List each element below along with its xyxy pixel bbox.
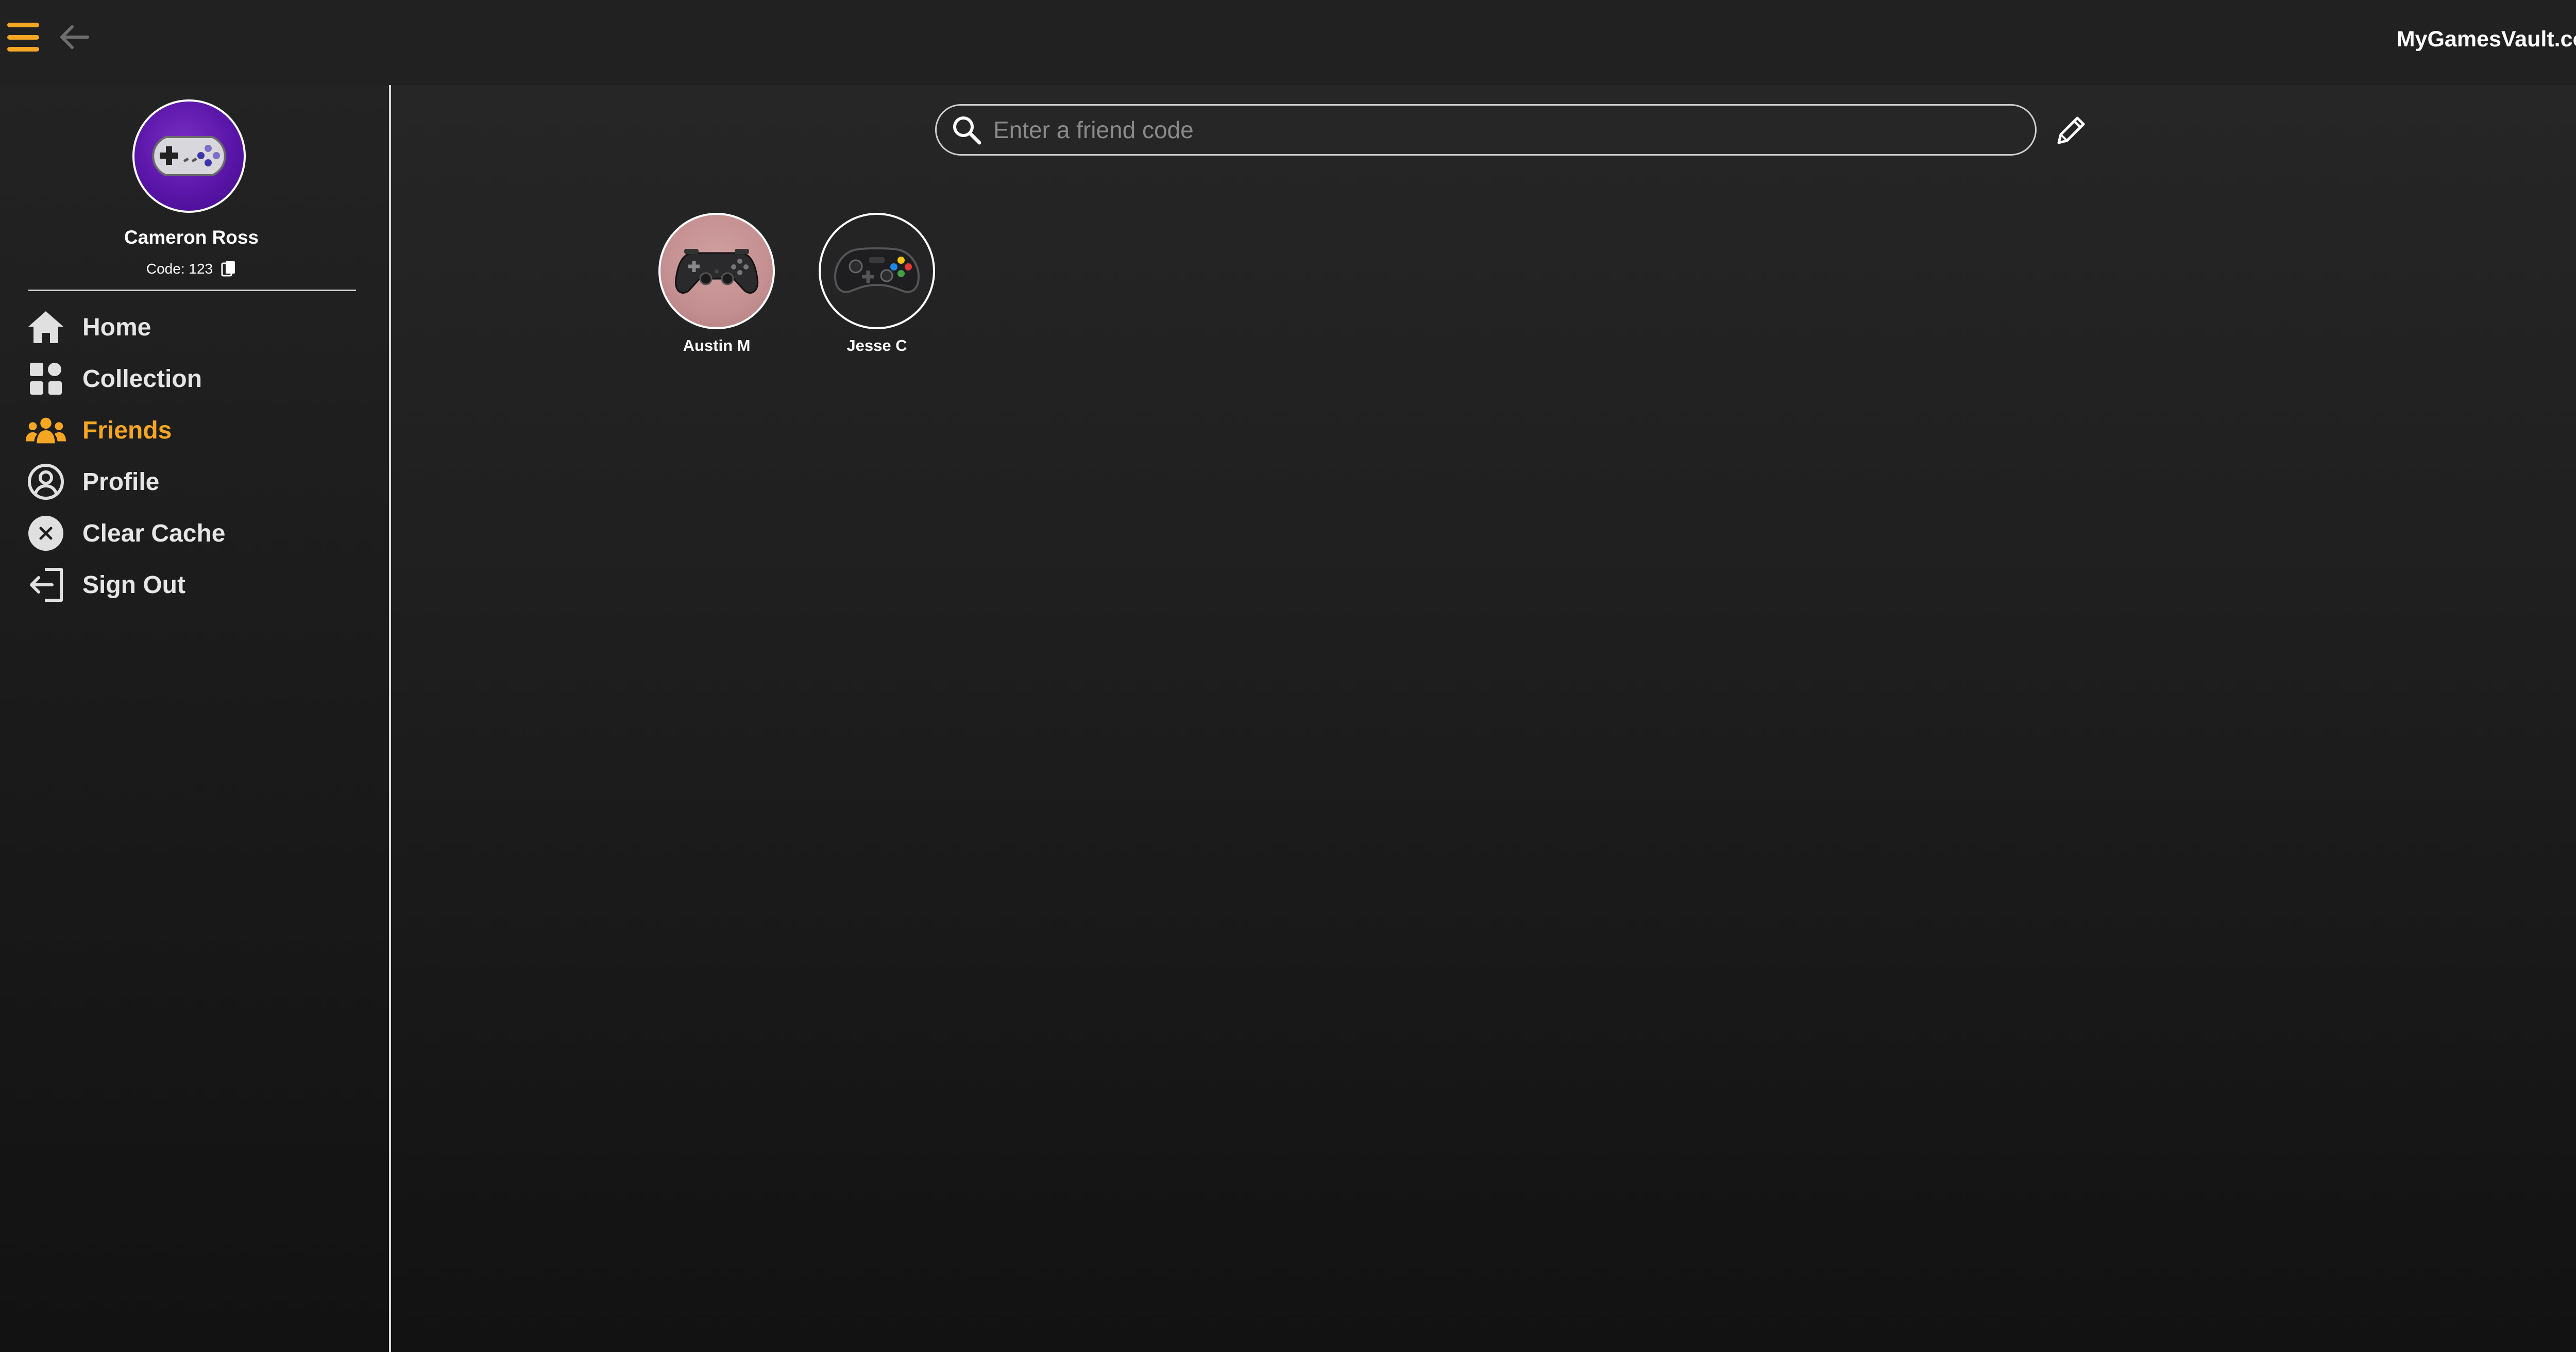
copy-icon[interactable] (221, 260, 236, 278)
nav-item-collection[interactable]: Collection (25, 356, 365, 402)
home-icon (25, 306, 67, 348)
sign-out-icon (25, 564, 67, 606)
friend-code-row: Code: 123 (0, 260, 383, 278)
nav-label-sign-out: Sign Out (82, 571, 185, 599)
user-avatar[interactable] (132, 99, 246, 213)
friend-avatar (819, 213, 935, 329)
grid-icon (25, 358, 67, 400)
friend-code-input[interactable] (992, 115, 2014, 144)
nav-item-sign-out[interactable]: Sign Out (25, 562, 365, 608)
nav-label-collection: Collection (82, 365, 202, 393)
nav-label-profile: Profile (82, 468, 160, 496)
nav-label-home: Home (82, 313, 151, 341)
x-circle-icon (25, 512, 67, 554)
user-circle-icon (25, 461, 67, 503)
playstation-controller-icon (674, 249, 759, 294)
main-content: Austin M Jesse C (391, 85, 2576, 1352)
search-icon (953, 116, 981, 145)
users-icon (25, 409, 67, 451)
friend-avatar (658, 213, 775, 329)
nav-label-clear-cache: Clear Cache (82, 519, 226, 547)
nav-item-profile[interactable]: Profile (25, 459, 365, 505)
username: Cameron Ross (124, 227, 259, 248)
sidebar: Cameron Ross Code: 123 Home Collection F… (0, 85, 391, 1352)
nav-item-friends[interactable]: Friends (25, 407, 365, 453)
nav-item-clear-cache[interactable]: Clear Cache (25, 510, 365, 556)
friend-name: Jesse C (846, 336, 907, 354)
friend-card-jesse[interactable]: Jesse C (815, 213, 939, 355)
sidebar-divider (28, 290, 356, 291)
xbox-controller-icon (834, 247, 920, 293)
arrow-left-icon[interactable] (58, 21, 91, 54)
snes-controller-icon (152, 136, 226, 176)
friend-name: Austin M (683, 336, 751, 354)
top-bar: MyGamesVault.com (0, 0, 2576, 85)
nav-item-home[interactable]: Home (25, 304, 365, 350)
hamburger-icon[interactable] (7, 23, 39, 52)
friend-search-bar (935, 104, 2037, 156)
site-brand[interactable]: MyGamesVault.com (2397, 27, 2576, 52)
friend-code-label: Code: 123 (146, 261, 213, 277)
pencil-icon[interactable] (2053, 112, 2090, 149)
nav-label-friends: Friends (82, 416, 172, 444)
friend-card-austin[interactable]: Austin M (655, 213, 778, 355)
